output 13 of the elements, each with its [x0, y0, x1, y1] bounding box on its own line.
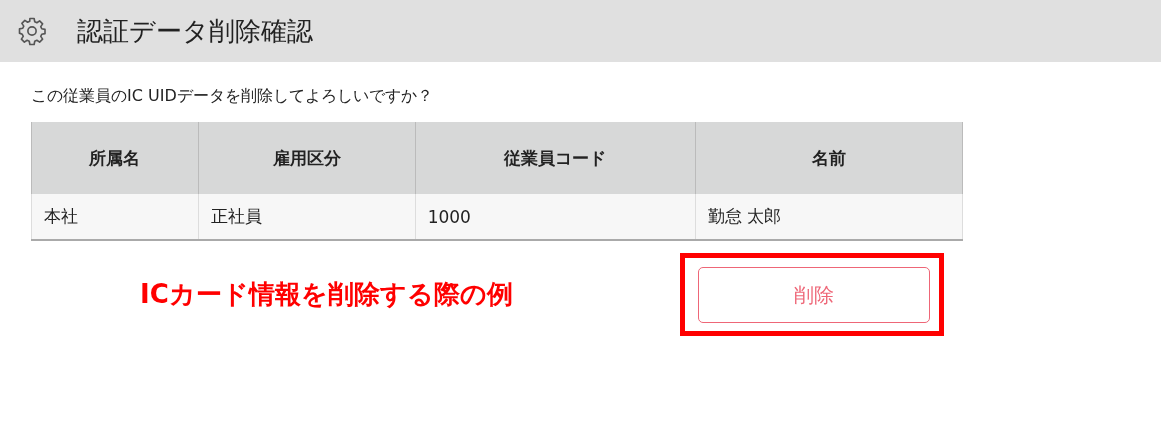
table-cell: 勤怠 太郎: [695, 194, 963, 240]
table-cell: 正社員: [198, 194, 416, 240]
column-header: 従業員コード: [415, 122, 696, 194]
annotation-text: ICカード情報を削除する際の例: [140, 278, 514, 311]
settings-icon[interactable]: [17, 16, 47, 46]
column-header: 所属名: [31, 122, 199, 194]
table-cell: 1000: [415, 194, 696, 240]
delete-button[interactable]: 削除: [698, 267, 930, 323]
column-header: 雇用区分: [198, 122, 416, 194]
confirmation-message: この従業員のIC UIDデータを削除してよろしいですか？: [30, 85, 434, 107]
dialog-title: 認証データ削除確認: [77, 14, 313, 48]
table-cell: 本社: [31, 194, 199, 240]
column-header: 名前: [695, 122, 963, 194]
